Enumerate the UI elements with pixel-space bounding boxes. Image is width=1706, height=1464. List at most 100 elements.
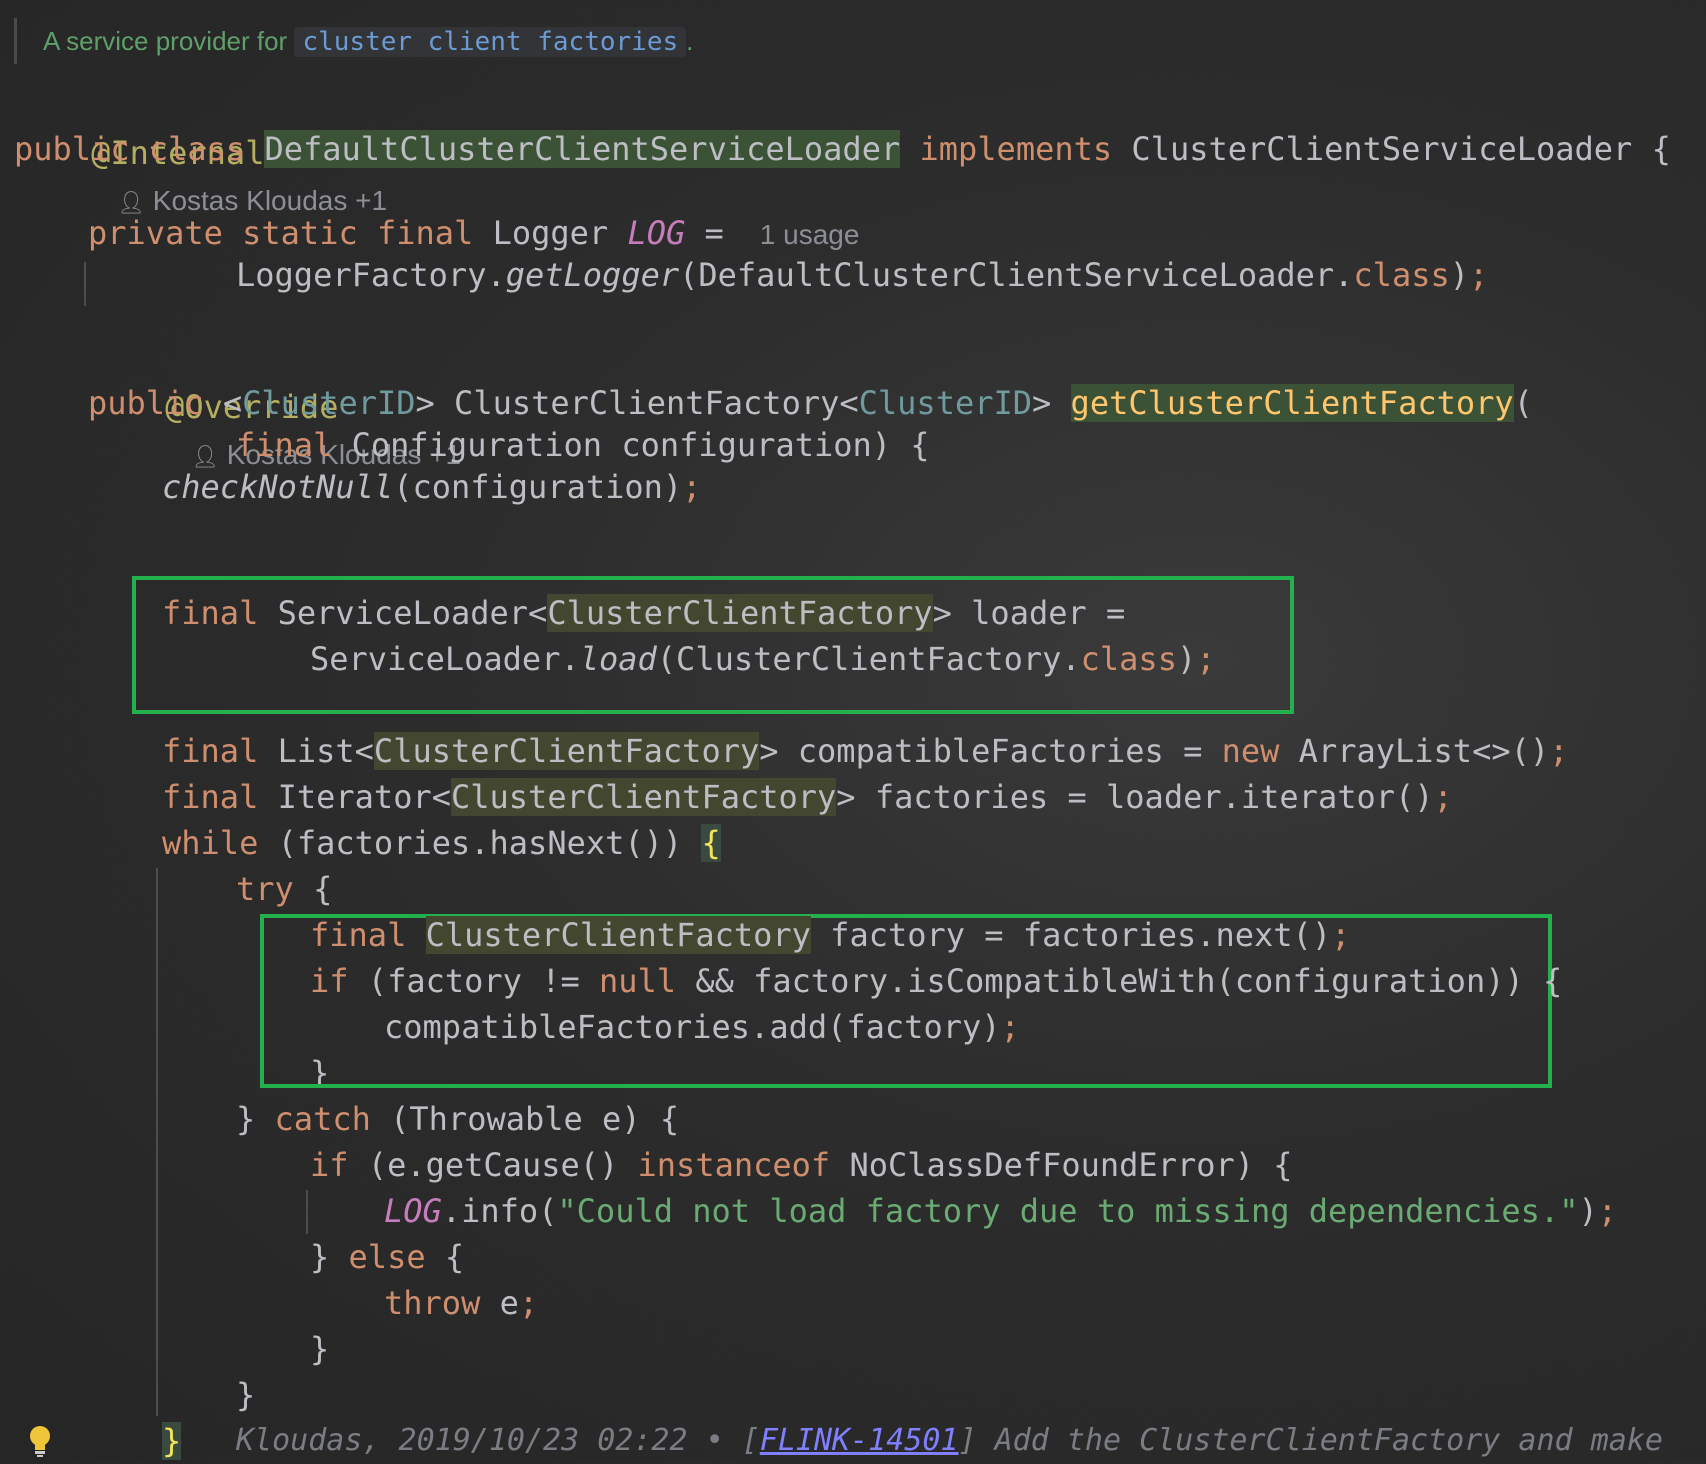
- close-brace: }: [310, 1330, 330, 1368]
- return-generic[interactable]: ClusterID: [859, 384, 1032, 422]
- public-keyword: public: [88, 384, 204, 422]
- class-literal: class: [1353, 256, 1450, 294]
- class-annotation-line: @Internal 👤︎ Kostas Kloudas +1: [14, 84, 387, 216]
- close-while-line: }: [162, 1418, 182, 1464]
- interface-name[interactable]: ClusterClientServiceLoader: [1131, 130, 1632, 168]
- lightbulb-icon[interactable]: [28, 1424, 52, 1458]
- semicolon: ;: [1433, 778, 1453, 816]
- throw-line: throw e;: [384, 1280, 538, 1326]
- logger-init-line: LoggerFactory.getLogger(DefaultClusterCl…: [236, 252, 1488, 298]
- semicolon: ;: [1469, 256, 1489, 294]
- loader-var[interactable]: > loader =: [933, 594, 1126, 632]
- close-brace: }: [310, 1054, 330, 1084]
- doc-code-link[interactable]: cluster client factories: [294, 27, 687, 57]
- log-field-ref[interactable]: LOG: [384, 1192, 442, 1230]
- instanceof-keyword: instanceof: [637, 1146, 831, 1184]
- info-call[interactable]: .info(: [442, 1192, 558, 1230]
- method-params[interactable]: Configuration configuration) {: [332, 426, 930, 464]
- if-keyword: if: [310, 962, 349, 1000]
- while-keyword: while: [162, 824, 259, 862]
- iterator-decl-line: final Iterator<ClusterClientFactory> fac…: [162, 774, 1453, 820]
- code-editor[interactable]: A service provider for cluster client fa…: [0, 0, 1706, 1462]
- if-condition-b[interactable]: && factory.isCompatibleWith(configuratio…: [676, 962, 1562, 1000]
- load-call[interactable]: load: [580, 640, 657, 678]
- catch-keyword: catch: [274, 1100, 371, 1138]
- loader-decl-line: final ServiceLoader<ClusterClientFactory…: [162, 590, 1125, 636]
- method-open-paren: (: [1513, 384, 1533, 422]
- logger-name[interactable]: LOG: [627, 214, 685, 252]
- list-decl-line: final List<ClusterClientFactory> compati…: [162, 728, 1568, 774]
- semicolon: ;: [1331, 916, 1351, 954]
- doc-text: A service provider for: [43, 26, 288, 56]
- factory-var[interactable]: factory = factories.next(): [811, 916, 1331, 954]
- get-cause-call[interactable]: (e.getCause(): [349, 1146, 638, 1184]
- close-else-line: }: [310, 1326, 329, 1372]
- logger-close: ): [1449, 256, 1469, 294]
- blame-text: Kloudas, 2019/10/23 02:22 • [: [236, 1423, 760, 1458]
- class-declaration-line: public class DefaultClusterClientService…: [14, 126, 1671, 172]
- logger-field-line: private static final Logger LOG = 1 usage: [88, 210, 859, 256]
- javadoc-comment: A service provider for cluster client fa…: [14, 18, 693, 64]
- close-if-line: }: [310, 1050, 329, 1084]
- type-parameter[interactable]: ClusterID: [242, 384, 415, 422]
- semicolon: ;: [1000, 1008, 1020, 1046]
- while-line: while (factories.hasNext()) {: [162, 820, 721, 866]
- semicolon: ;: [1196, 640, 1216, 678]
- info-close: ): [1578, 1192, 1598, 1230]
- git-blame-inline[interactable]: Kloudas, 2019/10/23 02:22 • [FLINK-14501…: [236, 1418, 1663, 1464]
- throw-var: e: [480, 1284, 519, 1322]
- logger-type[interactable]: Logger: [493, 214, 609, 252]
- catch-line: } catch (Throwable e) {: [236, 1096, 679, 1142]
- if-compatible-line: if (factory != null && factory.isCompati…: [310, 958, 1562, 1004]
- indent-guide: [84, 262, 86, 306]
- blame-message: ] Add the ClusterClientFactory and make: [958, 1423, 1663, 1458]
- factory-generic[interactable]: ClusterClientFactory: [547, 594, 933, 632]
- iterator-type[interactable]: Iterator<: [258, 778, 451, 816]
- override-annotation-line: @Override 👤︎ Kostas Kloudas +1: [88, 338, 461, 470]
- logger-modifiers: private static final: [88, 214, 474, 252]
- issue-link[interactable]: FLINK-14501: [760, 1423, 959, 1458]
- try-keyword: try: [236, 870, 294, 908]
- log-info-line: LOG.info("Could not load factory due to …: [384, 1188, 1617, 1234]
- logger-factory: LoggerFactory.: [236, 256, 506, 294]
- loader-init-line: ServiceLoader.load(ClusterClientFactory.…: [310, 636, 1215, 682]
- new-keyword: new: [1221, 732, 1280, 770]
- if-instanceof-line: if (e.getCause() instanceof NoClassDefFo…: [310, 1142, 1293, 1188]
- load-close: ): [1176, 640, 1197, 678]
- return-type[interactable]: ClusterClientFactory: [454, 384, 839, 422]
- class-name[interactable]: DefaultClusterClientServiceLoader: [264, 130, 901, 168]
- factories-var[interactable]: > factories = loader.iterator(): [836, 778, 1433, 816]
- load-args: (ClusterClientFactory.: [656, 640, 1081, 678]
- else-keyword: else: [348, 1238, 426, 1276]
- usage-hint[interactable]: 1 usage: [760, 219, 860, 250]
- compatible-factories-var[interactable]: > compatibleFactories =: [759, 732, 1221, 770]
- final-keyword: final: [236, 426, 333, 464]
- public-keyword: public: [14, 130, 130, 168]
- while-condition[interactable]: (factories.hasNext()): [258, 824, 701, 862]
- try-line: try {: [236, 866, 332, 912]
- factory-generic[interactable]: ClusterClientFactory: [450, 778, 837, 816]
- while-indent-guide: [156, 868, 158, 1416]
- semicolon: ;: [1597, 1192, 1617, 1230]
- catch-param[interactable]: (Throwable e) {: [371, 1100, 679, 1138]
- method-params-line: final Configuration configuration) {: [236, 422, 930, 468]
- while-close-brace: }: [162, 1422, 182, 1460]
- exception-type[interactable]: NoClassDefFoundError) {: [830, 1146, 1292, 1184]
- semicolon: ;: [682, 468, 702, 506]
- close-brace: }: [310, 1238, 349, 1276]
- service-loader-type[interactable]: ServiceLoader<: [258, 594, 548, 632]
- get-logger-call[interactable]: getLogger: [506, 256, 679, 294]
- add-call[interactable]: compatibleFactories.add(factory): [384, 1008, 1001, 1046]
- if-keyword: if: [310, 1146, 349, 1184]
- list-type[interactable]: List<: [258, 732, 374, 770]
- factory-type[interactable]: ClusterClientFactory: [425, 916, 811, 954]
- while-open-brace: {: [701, 824, 721, 862]
- method-name[interactable]: getClusterClientFactory: [1070, 384, 1514, 422]
- if-condition-a: (factory !=: [348, 962, 599, 1000]
- final-keyword: final: [162, 778, 259, 816]
- factory-generic[interactable]: ClusterClientFactory: [373, 732, 760, 770]
- add-factory-line: compatibleFactories.add(factory);: [384, 1004, 1020, 1050]
- check-not-null-call[interactable]: checkNotNull: [162, 468, 393, 506]
- generic-open: <: [222, 384, 243, 422]
- implements-keyword: implements: [919, 130, 1113, 168]
